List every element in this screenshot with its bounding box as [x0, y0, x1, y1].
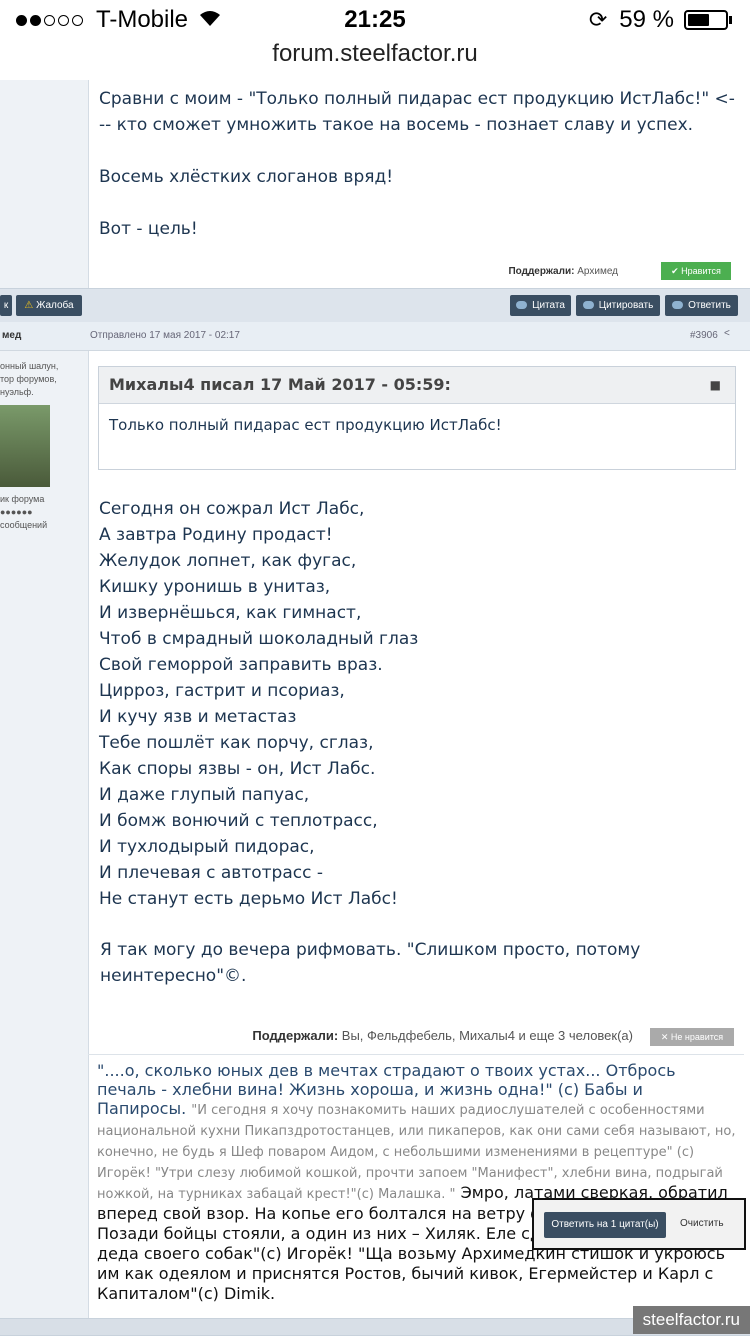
chat-bubble-icon	[672, 301, 684, 310]
cite-label: Цитировать	[598, 300, 654, 311]
poem-line: А завтра Родину продаст!	[99, 525, 333, 545]
supported-label: Поддержали:	[252, 1028, 339, 1043]
cite-button[interactable]: Цитировать	[576, 295, 660, 316]
poem-line: Не станут есть дерьмо Ист Лабс!	[99, 889, 398, 909]
supported-label: Поддержали:	[508, 266, 575, 277]
supported-by[interactable]: Архимед	[577, 266, 618, 277]
author-status: нуэльф.	[0, 387, 34, 397]
author-status: онный шалун,	[0, 361, 59, 371]
author-rank: ик форума	[0, 494, 45, 504]
poem-line: Желудок лопнет, как фугас,	[99, 551, 357, 571]
quote-author: Михалы4 писал 17 Май 2017 - 05:59:	[109, 375, 451, 394]
poem-line: Цирроз, гастрит и псориаз,	[99, 681, 345, 701]
poem-line: И даже глупый папуас,	[99, 785, 310, 805]
like-button[interactable]: ✔ Нравится	[661, 262, 731, 280]
poem-line: И кучу язв и метастаз	[99, 707, 297, 727]
rotation-lock-icon: ⟳	[588, 7, 608, 32]
avatar[interactable]	[0, 405, 50, 487]
status-right: ⟳ 59 %	[589, 6, 732, 34]
supported-by[interactable]: Вы, Фельдфебель, Михалы4 и еще 3 человек…	[342, 1028, 633, 1043]
watermark: steelfactor.ru	[632, 1306, 750, 1334]
like-label: Нравится	[681, 266, 721, 276]
post-1-reactions: Поддержали: Архимед	[508, 266, 618, 277]
post-1-paragraph: Восемь хлёстких слоганов вряд!	[99, 167, 394, 187]
post-date: Отправлено 17 мая 2017 - 02:17	[90, 330, 240, 341]
forum-page: Сравни с моим - "Только полный пидарас е…	[0, 80, 750, 1336]
post-1-body: Сравни с моим - "Только полный пидарас е…	[99, 86, 739, 242]
post-1-paragraph: Сравни с моим - "Только полный пидарас е…	[99, 89, 735, 135]
status-bar: T-Mobile 21:25 ⟳ 59 %	[0, 0, 750, 40]
author-posts: сообщений	[0, 520, 48, 530]
quote-button[interactable]: Цитата	[510, 295, 571, 316]
reply-quotes-label: Ответить на 1 цитат(ы)	[551, 1219, 659, 1230]
battery-fill	[688, 14, 710, 26]
author-sidebar	[0, 80, 89, 1334]
quote-text: Только полный пидарас ест продукцию ИстЛ…	[109, 416, 502, 434]
poem-line: Чтоб в смрадный шоколадный глаз	[99, 629, 419, 649]
poem-line: Свой геморрой заправить враз.	[99, 655, 383, 675]
reply-button[interactable]: Ответить	[665, 295, 738, 316]
reply-label: Ответить	[688, 300, 731, 311]
poem-line: Сегодня он сожрал Ист Лабс,	[99, 499, 365, 519]
clear-button[interactable]: Очистить	[680, 1218, 724, 1229]
quote-header: Михалы4 писал 17 Май 2017 - 05:59: ■	[99, 367, 735, 404]
post-number[interactable]: #3906	[690, 330, 718, 341]
author-status: тор форумов,	[0, 374, 57, 384]
signature: "....о, сколько юных дев в мечтах страда…	[97, 1061, 737, 1304]
rank-dots: ●●●●●●	[0, 507, 33, 517]
quote-label: Цитата	[532, 300, 565, 311]
post-2-extra: Я так могу до вечера рифмовать. "Слишком…	[100, 940, 641, 986]
comment-icon: ■	[709, 378, 721, 392]
report-label: Жалоба	[36, 300, 74, 311]
battery-tip-icon	[729, 16, 732, 24]
poem-line: Кишку уронишь в унитаз,	[99, 577, 331, 597]
author-name[interactable]: мед	[2, 330, 21, 341]
warning-icon: ⚠	[24, 300, 34, 311]
multiquote-popup: Ответить на 1 цитат(ы) Очистить	[532, 1198, 746, 1250]
poem-line: И тухлодырый пидорас,	[99, 837, 315, 857]
unlike-button[interactable]: ✕ Не нравится	[650, 1028, 734, 1046]
url-text: forum.steelfactor.ru	[272, 40, 478, 67]
clear-label: Очистить	[680, 1218, 724, 1229]
post-actions-bar: к ⚠ Жалоба Цитата Цитировать Ответить	[0, 288, 750, 324]
poem-line: И бомж вонючий с теплотрасс,	[99, 811, 378, 831]
reply-quotes-button[interactable]: Ответить на 1 цитат(ы)	[544, 1212, 666, 1238]
poem-line: Тебе пошлёт как порчу, сглаз,	[99, 733, 374, 753]
signature-divider	[88, 1054, 744, 1055]
partial-button-label: к	[3, 300, 9, 311]
report-button[interactable]: ⚠ Жалоба	[16, 295, 82, 316]
quote-block: Михалы4 писал 17 Май 2017 - 05:59: ■ Тол…	[98, 366, 736, 470]
url-bar[interactable]: forum.steelfactor.ru	[0, 40, 750, 78]
post-2-header: мед Отправлено 17 мая 2017 - 02:17 #3906…	[0, 322, 750, 351]
poem-line: И извернёшься, как гимнаст,	[99, 603, 362, 623]
share-icon[interactable]: <	[724, 328, 730, 339]
post-1-paragraph: Вот - цель!	[99, 219, 198, 239]
chat-bubble-icon	[516, 301, 528, 310]
author-info: онный шалун, тор форумов, нуэльф. ик фор…	[0, 360, 88, 532]
battery-percent: 59 %	[619, 6, 674, 33]
post-2-reactions: Поддержали: Вы, Фельдфебель, Михалы4 и е…	[252, 1028, 633, 1043]
unlike-label: Не нравится	[670, 1032, 724, 1042]
poem-line: Как споры язвы - он, Ист Лабс.	[99, 759, 376, 779]
battery-icon	[684, 10, 728, 30]
partial-button[interactable]: к	[0, 295, 12, 316]
poem-line: И плечевая с автотрасс -	[99, 863, 323, 883]
chat-bubble-icon	[582, 301, 594, 310]
post-2-poem: Сегодня он сожрал Ист Лабс, А завтра Род…	[99, 496, 418, 912]
